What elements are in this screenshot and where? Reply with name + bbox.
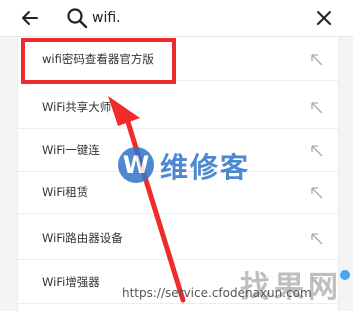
search-box[interactable] (62, 4, 344, 32)
fill-query-arrow-icon[interactable] (310, 232, 324, 246)
suggestion-label: WiFi共享大师 (42, 100, 112, 114)
background-strip-left (0, 37, 17, 311)
watermark-dot-icon (340, 270, 350, 280)
fill-query-arrow-icon[interactable] (310, 101, 324, 115)
fill-query-arrow-icon[interactable] (310, 53, 324, 67)
highlight-box (21, 38, 176, 84)
search-icon (67, 8, 88, 29)
suggestion-label: WiFi一键连 (42, 143, 100, 157)
search-bar (0, 0, 353, 37)
watermark-brand-text: 维修客 (160, 151, 251, 184)
suggestion-item[interactable]: WiFi路由器设备 (18, 219, 338, 260)
search-input[interactable] (92, 6, 292, 30)
suggestion-label: WiFi租赁 (42, 185, 89, 199)
suggestion-label: WiFi增强器 (42, 275, 100, 289)
fill-query-arrow-icon[interactable] (310, 144, 324, 158)
suggestion-item[interactable]: WiFi共享大师 (18, 88, 338, 129)
fill-query-arrow-icon[interactable] (310, 186, 324, 200)
back-arrow-icon[interactable] (20, 8, 40, 28)
suggestion-label: WiFi路由器设备 (42, 231, 123, 245)
clear-icon[interactable] (316, 10, 332, 26)
watermark-url: https://service.cfodenaxun.com (122, 286, 312, 300)
watermark-logo: W (118, 147, 154, 183)
